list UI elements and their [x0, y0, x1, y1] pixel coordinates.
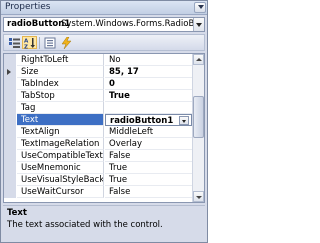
object-selector[interactable]: radioButton1 System.Windows.Forms.RadioB…: [3, 17, 205, 32]
property-name[interactable]: UseVisualStyleBackCol: [17, 174, 104, 186]
property-row[interactable]: TabStop True: [4, 90, 192, 102]
property-name[interactable]: UseWaitCursor: [17, 186, 104, 198]
property-value-text: Overlay: [109, 139, 143, 149]
property-row[interactable]: Text radioButton1: [4, 114, 192, 126]
property-value-text: 85, 17: [109, 67, 139, 77]
window-title: Properties: [5, 2, 51, 12]
properties-icon: [44, 37, 56, 49]
row-gutter: [4, 150, 16, 162]
property-name[interactable]: Size: [17, 66, 104, 78]
properties-button[interactable]: [42, 36, 57, 49]
property-row[interactable]: RightToLeft No: [4, 54, 192, 66]
property-name[interactable]: Tag: [17, 102, 104, 114]
property-value-editor[interactable]: radioButton1: [105, 114, 192, 126]
row-gutter: [4, 90, 16, 102]
row-gutter: [4, 162, 16, 174]
vertical-scrollbar[interactable]: [192, 54, 204, 202]
row-gutter: [4, 102, 16, 114]
property-value[interactable]: MiddleLeft: [105, 126, 192, 138]
property-name[interactable]: TabIndex: [17, 78, 104, 90]
property-value[interactable]: Overlay: [105, 138, 192, 150]
categorized-icon: [9, 38, 20, 48]
property-row[interactable]: TextAlign MiddleLeft: [4, 126, 192, 138]
property-value[interactable]: True: [105, 162, 192, 174]
alphabetical-button[interactable]: A Z: [22, 36, 37, 49]
expand-arrow-icon[interactable]: [7, 69, 11, 75]
property-name[interactable]: Text: [17, 114, 104, 126]
property-name[interactable]: UseMnemonic: [17, 162, 104, 174]
property-value-text: True: [109, 175, 128, 185]
row-gutter: [4, 54, 16, 66]
property-row[interactable]: UseMnemonic True: [4, 162, 192, 174]
row-gutter: [4, 138, 16, 150]
scroll-up-button[interactable]: [193, 54, 204, 65]
properties-window: Properties radioButton1 System.Windows.F…: [0, 0, 208, 243]
scroll-thumb[interactable]: [193, 96, 204, 138]
property-value-text: True: [109, 163, 128, 173]
property-grid: RightToLeft No Size 85, 17 TabIndex 0 TabStop T…: [3, 53, 205, 203]
row-gutter: [4, 126, 16, 138]
categorized-button[interactable]: [6, 36, 21, 49]
property-value-text: False: [109, 151, 131, 161]
row-gutter: [4, 66, 16, 78]
property-value-text: 0: [109, 79, 115, 89]
property-row[interactable]: UseCompatibleTextRer False: [4, 150, 192, 162]
property-value[interactable]: 0: [105, 78, 192, 90]
property-value-text: True: [109, 91, 130, 101]
property-name[interactable]: RightToLeft: [17, 54, 104, 66]
chevron-down-icon[interactable]: [193, 18, 204, 31]
property-value[interactable]: True: [105, 90, 192, 102]
property-row[interactable]: UseWaitCursor False: [4, 186, 192, 198]
scroll-down-button[interactable]: [193, 191, 204, 202]
property-name[interactable]: TextAlign: [17, 126, 104, 138]
property-value[interactable]: 85, 17: [105, 66, 192, 78]
description-text: The text associated with the control.: [7, 220, 163, 230]
window-options-button[interactable]: [194, 2, 206, 13]
row-gutter: [4, 78, 16, 90]
property-value-text: MiddleLeft: [109, 127, 154, 137]
property-value[interactable]: False: [105, 150, 192, 162]
toolbar-separator: [39, 37, 40, 49]
property-row[interactable]: Tag: [4, 102, 192, 114]
property-name[interactable]: UseCompatibleTextRer: [17, 150, 104, 162]
property-value[interactable]: No: [105, 54, 192, 66]
property-row[interactable]: Size 85, 17: [4, 66, 192, 78]
row-gutter: [4, 174, 16, 186]
property-row[interactable]: TextImageRelation Overlay: [4, 138, 192, 150]
alphabetical-icon: A Z: [24, 38, 35, 50]
chevron-down-icon[interactable]: [179, 116, 189, 125]
description-pane: Text The text associated with the contro…: [3, 205, 205, 241]
property-row[interactable]: UseVisualStyleBackCol True: [4, 174, 192, 186]
property-value-text: radioButton1: [110, 116, 174, 126]
properties-toolbar: A Z: [3, 34, 205, 51]
property-value[interactable]: False: [105, 186, 192, 198]
events-button[interactable]: [58, 36, 73, 49]
svg-text:Z: Z: [24, 45, 28, 50]
property-name[interactable]: TextImageRelation: [17, 138, 104, 150]
description-title: Text: [7, 208, 27, 218]
row-gutter: [4, 114, 16, 126]
row-gutter: [4, 186, 16, 198]
selected-object-type: System.Windows.Forms.RadioButton: [61, 19, 193, 29]
title-bar: Properties: [1, 1, 207, 15]
property-name[interactable]: TabStop: [17, 90, 104, 102]
property-value-text: False: [109, 187, 131, 197]
property-value-text: No: [109, 55, 121, 65]
property-value[interactable]: True: [105, 174, 192, 186]
lightning-icon: [61, 37, 72, 49]
property-value[interactable]: [105, 102, 192, 114]
property-row[interactable]: TabIndex 0: [4, 78, 192, 90]
